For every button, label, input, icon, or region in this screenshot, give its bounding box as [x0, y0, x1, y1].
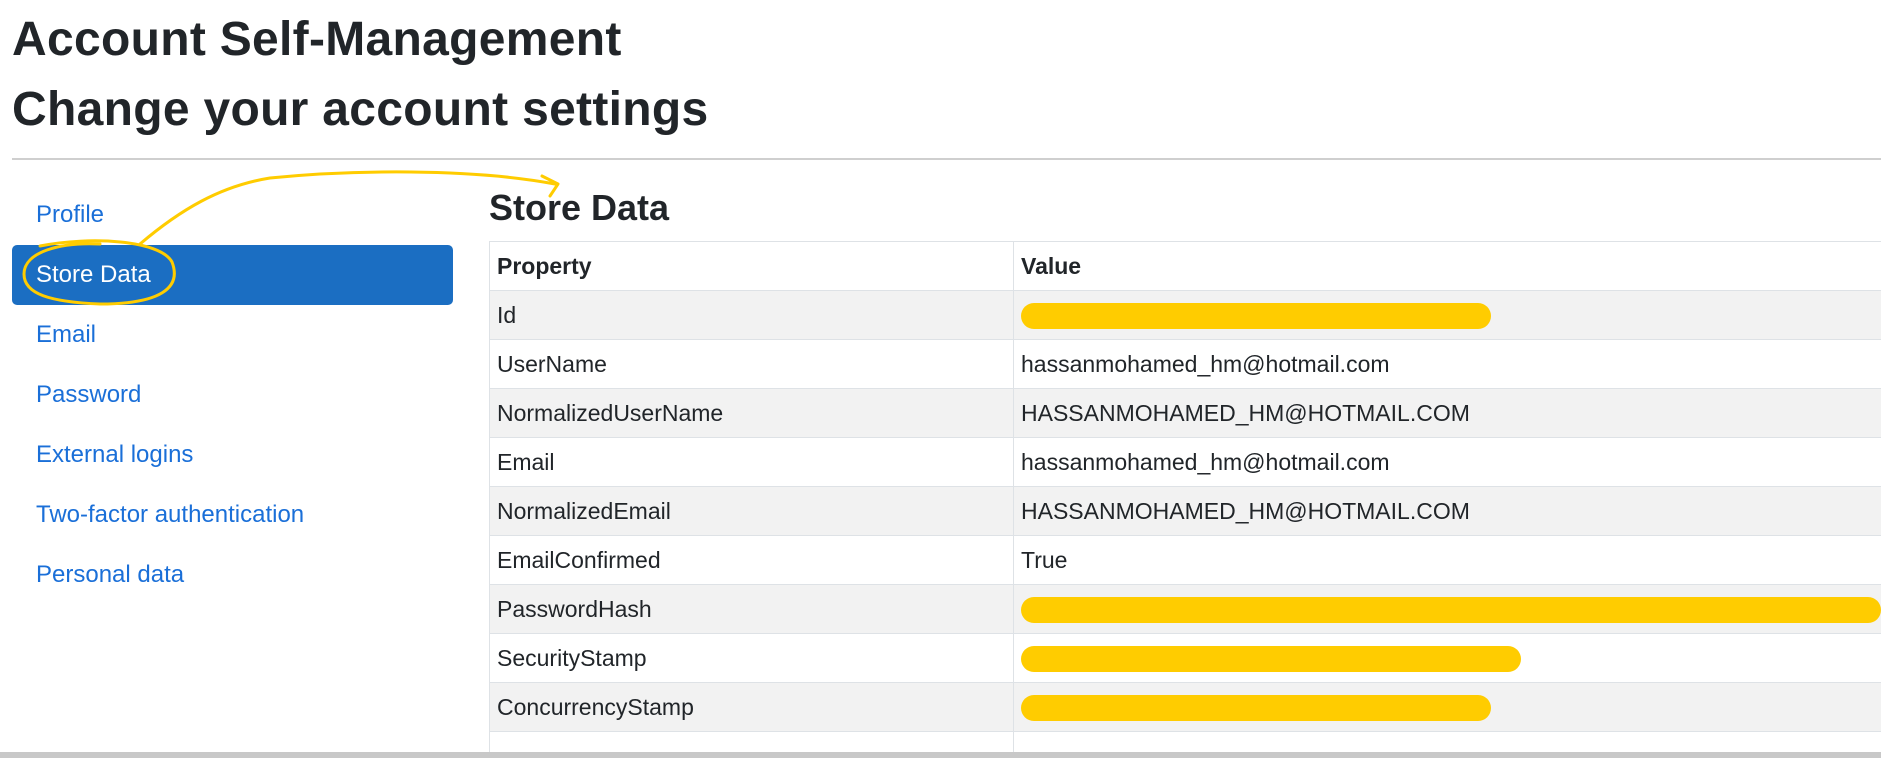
table-row: ConcurrencyStamp — [489, 682, 1881, 732]
section-title: Store Data — [489, 187, 670, 228]
header-divider — [12, 158, 1881, 160]
row-value — [1013, 633, 1881, 683]
table-row: PasswordHash — [489, 584, 1881, 634]
table-row: Email hassanmohamed_hm@hotmail.com — [489, 437, 1881, 487]
page-subtitle: Change your account settings — [12, 83, 709, 136]
redaction-mark — [1021, 596, 1881, 623]
nav-item-external-logins[interactable]: External logins — [12, 425, 453, 485]
store-data-table: Property Value Id UserName hassanmohamed… — [489, 241, 1881, 758]
row-value: HASSANMOHAMED_HM@HOTMAIL.COM — [1013, 388, 1881, 438]
table-row: SecurityStamp — [489, 633, 1881, 683]
row-property: NormalizedUserName — [489, 388, 1014, 438]
table-row: NormalizedEmail HASSANMOHAMED_HM@HOTMAIL… — [489, 486, 1881, 536]
row-property: UserName — [489, 339, 1014, 389]
page: Account Self-Management Change your acco… — [0, 0, 1881, 758]
row-value — [1013, 682, 1881, 732]
row-value: hassanmohamed_hm@hotmail.com — [1013, 437, 1881, 487]
nav-item-profile[interactable]: Profile — [12, 185, 453, 245]
page-title: Account Self-Management — [12, 13, 622, 66]
horizontal-scrollbar[interactable] — [0, 752, 1881, 758]
table-header-row: Property Value — [489, 241, 1881, 291]
nav-item-password[interactable]: Password — [12, 365, 453, 425]
row-value: True — [1013, 535, 1881, 585]
nav-item-email[interactable]: Email — [12, 305, 453, 365]
row-property: EmailConfirmed — [489, 535, 1014, 585]
nav-item-store-data[interactable]: Store Data — [12, 245, 453, 305]
row-value: HASSANMOHAMED_HM@HOTMAIL.COM — [1013, 486, 1881, 536]
store-data-panel: Store Data Property Value Id UserName ha… — [489, 183, 1881, 758]
row-property: SecurityStamp — [489, 633, 1014, 683]
row-property: NormalizedEmail — [489, 486, 1014, 536]
redaction-mark — [1021, 302, 1491, 329]
nav-item-personal-data[interactable]: Personal data — [12, 545, 453, 605]
row-value — [1013, 290, 1881, 340]
account-nav: Profile Store Data Email Password Extern… — [12, 185, 453, 605]
redaction-mark — [1021, 645, 1521, 672]
column-header-value: Value — [1013, 241, 1881, 291]
row-property: Email — [489, 437, 1014, 487]
row-property: Id — [489, 290, 1014, 340]
table-row: UserName hassanmohamed_hm@hotmail.com — [489, 339, 1881, 389]
row-property: ConcurrencyStamp — [489, 682, 1014, 732]
nav-item-two-factor-authentication[interactable]: Two-factor authentication — [12, 485, 453, 545]
row-value — [1013, 584, 1881, 634]
table-row: EmailConfirmed True — [489, 535, 1881, 585]
column-header-property: Property — [489, 241, 1014, 291]
table-row: Id — [489, 290, 1881, 340]
redaction-mark — [1021, 694, 1491, 721]
row-property: PasswordHash — [489, 584, 1014, 634]
table-row: NormalizedUserName HASSANMOHAMED_HM@HOTM… — [489, 388, 1881, 438]
row-value: hassanmohamed_hm@hotmail.com — [1013, 339, 1881, 389]
